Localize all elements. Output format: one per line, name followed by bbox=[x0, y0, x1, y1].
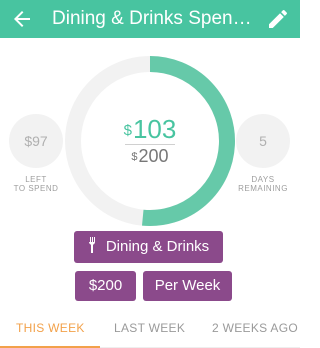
budget-currency: $ bbox=[131, 151, 138, 163]
category-button[interactable]: Dining & Drinks bbox=[74, 231, 223, 263]
pencil-icon[interactable] bbox=[266, 7, 290, 31]
arrow-back-icon[interactable] bbox=[10, 7, 34, 31]
spent-currency: $ bbox=[123, 122, 132, 139]
page-title: Dining & Drinks Spending bbox=[52, 8, 252, 29]
budget-value: 200 bbox=[138, 146, 169, 166]
tab-2-weeks-ago[interactable]: 2 WEEKS AGO bbox=[212, 321, 298, 335]
spent-value: 103 bbox=[132, 114, 177, 144]
left-to-spend-label-2: TO SPEND bbox=[13, 184, 59, 193]
spent-amount: $103 bbox=[100, 114, 200, 144]
left-to-spend-value: $97 bbox=[24, 133, 48, 149]
period-tabs: THIS WEEK LAST WEEK 2 WEEKS AGO bbox=[0, 312, 300, 348]
budget-period-button-label: Per Week bbox=[154, 277, 221, 294]
days-remaining-label-2: REMAINING bbox=[238, 184, 288, 193]
tab-last-week[interactable]: LAST WEEK bbox=[114, 321, 185, 335]
amount-divider bbox=[125, 144, 175, 145]
fork-knife-icon bbox=[88, 237, 95, 254]
days-remaining-value: 5 bbox=[259, 133, 267, 149]
category-button-label: Dining & Drinks bbox=[105, 238, 210, 255]
tab-this-week[interactable]: THIS WEEK bbox=[16, 321, 85, 335]
app-header: Dining & Drinks Spending bbox=[0, 0, 300, 38]
budget-period-button[interactable]: Per Week bbox=[143, 271, 232, 301]
budget-amount: $200 bbox=[100, 146, 200, 166]
budget-amount-button-label: $200 bbox=[88, 277, 123, 294]
budget-amount-button[interactable]: $200 bbox=[75, 271, 136, 301]
